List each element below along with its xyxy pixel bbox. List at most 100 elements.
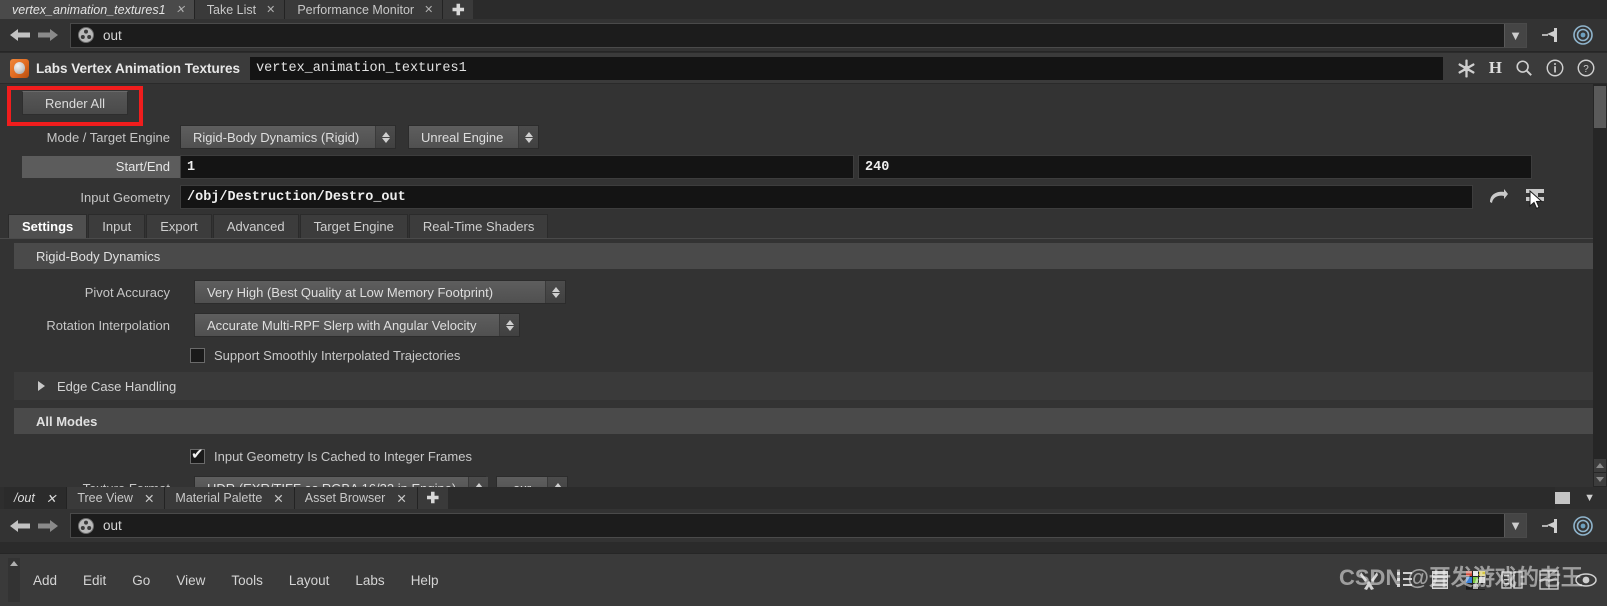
close-icon[interactable]: ✕ [396, 491, 406, 506]
texture-format-dropdown[interactable]: HDR (EXR/TIFF as RGBA 16/32 in Engine) [194, 476, 489, 487]
vertical-scroll-thumb[interactable] [1594, 86, 1606, 128]
search-icon[interactable] [1515, 59, 1533, 77]
network-tab-tree-view[interactable]: Tree View ✕ [67, 487, 166, 509]
tab-settings[interactable]: Settings [8, 214, 88, 238]
menu-view[interactable]: View [163, 573, 218, 588]
menu-edit[interactable]: Edit [70, 573, 119, 588]
menu-add[interactable]: Add [20, 573, 70, 588]
network-tab-label: Tree View [77, 491, 133, 505]
input-geometry-cached-label: Input Geometry Is Cached to Integer Fram… [214, 448, 472, 464]
list-view-icon[interactable] [1501, 570, 1523, 590]
network-path-bar-lower: out ▼ [0, 509, 1607, 542]
svg-text:?: ? [1583, 64, 1589, 75]
support-smooth-trajectories-checkbox[interactable] [190, 347, 205, 363]
pane-tab-take-list[interactable]: Take List ✕ [194, 0, 286, 19]
pane-tab-strip: vertex_animation_textures1 ✕ Take List ✕… [0, 0, 1607, 19]
texture-format-spinner-icon[interactable] [468, 477, 489, 487]
path-value: out [103, 27, 122, 43]
close-icon[interactable]: ✕ [144, 491, 154, 506]
mode-target-engine-label: Mode / Target Engine [46, 129, 170, 145]
chevron-down-icon[interactable]: ▼ [1504, 514, 1526, 537]
pin-icon[interactable] [1541, 26, 1563, 44]
add-pane-tab-button[interactable]: ✚ [443, 0, 474, 19]
tab-input[interactable]: Input [88, 214, 146, 238]
chevron-right-icon [38, 381, 45, 391]
render-all-button[interactable]: Render All [22, 91, 128, 115]
menu-layout[interactable]: Layout [276, 573, 343, 588]
maximize-pane-icon[interactable] [1555, 492, 1571, 504]
network-tab-asset-browser[interactable]: Asset Browser ✕ [294, 487, 418, 509]
back-arrow-icon[interactable] [6, 513, 34, 539]
rotation-interpolation-spinner-icon[interactable] [499, 314, 519, 336]
mode-spinner-icon[interactable] [375, 126, 395, 148]
tree-list-icon[interactable] [1396, 570, 1414, 590]
parameter-vertical-scrollbar[interactable] [1593, 84, 1607, 487]
close-icon[interactable]: ✕ [266, 3, 275, 16]
tab-underline [0, 238, 1607, 239]
mode-value: Rigid-Body Dynamics (Rigid) [181, 126, 375, 148]
network-tab-out[interactable]: /out ✕ [4, 487, 68, 509]
texture-extension-spinner-icon[interactable] [547, 477, 567, 487]
tab-advanced[interactable]: Advanced [212, 214, 299, 238]
operator-name-field[interactable]: vertex_animation_textures1 [250, 56, 1443, 80]
edge-case-handling-collapsible[interactable]: Edge Case Handling [14, 372, 1593, 400]
tab-target-engine[interactable]: Target Engine [299, 214, 408, 238]
pane-tab-performance-monitor[interactable]: Performance Monitor ✕ [285, 0, 444, 19]
pivot-accuracy-label: Pivot Accuracy [84, 284, 170, 300]
tab-label: Target Engine [313, 219, 394, 234]
back-arrow-icon[interactable] [6, 22, 34, 48]
texture-extension-dropdown[interactable]: exr [496, 476, 568, 487]
input-geometry-cached-checkbox[interactable] [190, 446, 205, 464]
pivot-accuracy-value: Very High (Best Quality at Low Memory Fo… [195, 281, 545, 303]
layers-icon[interactable] [1430, 569, 1450, 591]
color-palette-icon[interactable] [1466, 570, 1485, 590]
houdini-h-icon[interactable]: H [1489, 58, 1502, 78]
close-icon[interactable]: ✕ [176, 3, 185, 16]
mouse-cursor [1529, 190, 1543, 210]
pivot-accuracy-dropdown[interactable]: Very High (Best Quality at Low Memory Fo… [194, 280, 566, 304]
tab-real-time-shaders[interactable]: Real-Time Shaders [408, 214, 549, 238]
forward-arrow-icon[interactable] [34, 22, 62, 48]
close-icon[interactable]: ✕ [273, 491, 283, 506]
help-icon[interactable]: ? [1577, 59, 1595, 77]
menu-go[interactable]: Go [119, 573, 163, 588]
gear-icon[interactable] [1457, 58, 1476, 78]
pivot-accuracy-spinner-icon[interactable] [545, 281, 565, 303]
target-icon[interactable] [1573, 515, 1593, 536]
jump-to-node-icon[interactable] [1487, 188, 1509, 206]
scroll-down-button[interactable] [1594, 473, 1606, 486]
close-icon[interactable]: ✕ [46, 491, 56, 506]
network-path-input-field[interactable]: out ▼ [70, 513, 1527, 538]
path-input-field[interactable]: out ▼ [70, 22, 1527, 48]
input-geometry-label: Input Geometry [80, 189, 170, 205]
rotation-interpolation-row: Rotation Interpolation Accurate Multi-RP… [0, 309, 1607, 341]
input-geometry-field[interactable]: /obj/Destruction/Destro_out [180, 185, 1473, 209]
menu-grip-handle[interactable] [8, 558, 20, 602]
add-network-tab-button[interactable]: ✚ [417, 487, 448, 509]
close-icon[interactable]: ✕ [424, 3, 433, 16]
menu-labs[interactable]: Labs [342, 573, 397, 588]
scroll-up-button[interactable] [1594, 459, 1606, 472]
menu-tools[interactable]: Tools [218, 573, 276, 588]
target-engine-dropdown[interactable]: Unreal Engine [408, 125, 539, 149]
pin-icon[interactable] [1541, 517, 1563, 535]
tools-wrench-icon[interactable] [1358, 569, 1380, 591]
display-options-icon[interactable] [1575, 570, 1597, 590]
mode-dropdown[interactable]: Rigid-Body Dynamics (Rigid) [180, 125, 396, 149]
rotation-interpolation-dropdown[interactable]: Accurate Multi-RPF Slerp with Angular Ve… [194, 313, 520, 337]
target-engine-spinner-icon[interactable] [518, 126, 538, 148]
texture-format-value: HDR (EXR/TIFF as RGBA 16/32 in Engine) [195, 477, 469, 487]
forward-arrow-icon[interactable] [34, 513, 62, 539]
grid-view-icon[interactable] [1539, 570, 1559, 590]
info-icon[interactable] [1546, 59, 1564, 77]
start-frame-field[interactable]: 1 [180, 155, 854, 179]
pane-menu-icon[interactable]: ▼ [1584, 492, 1595, 504]
input-geometry-row: Input Geometry /obj/Destruction/Destro_o… [0, 182, 1607, 212]
menu-help[interactable]: Help [398, 573, 452, 588]
target-icon[interactable] [1573, 25, 1593, 45]
chevron-down-icon[interactable]: ▼ [1504, 23, 1526, 47]
end-frame-field[interactable]: 240 [858, 155, 1532, 179]
pane-tab-vertex-animation-textures[interactable]: vertex_animation_textures1 ✕ [0, 0, 195, 19]
tab-export[interactable]: Export [146, 214, 212, 238]
network-tab-material-palette[interactable]: Material Palette ✕ [165, 487, 295, 509]
